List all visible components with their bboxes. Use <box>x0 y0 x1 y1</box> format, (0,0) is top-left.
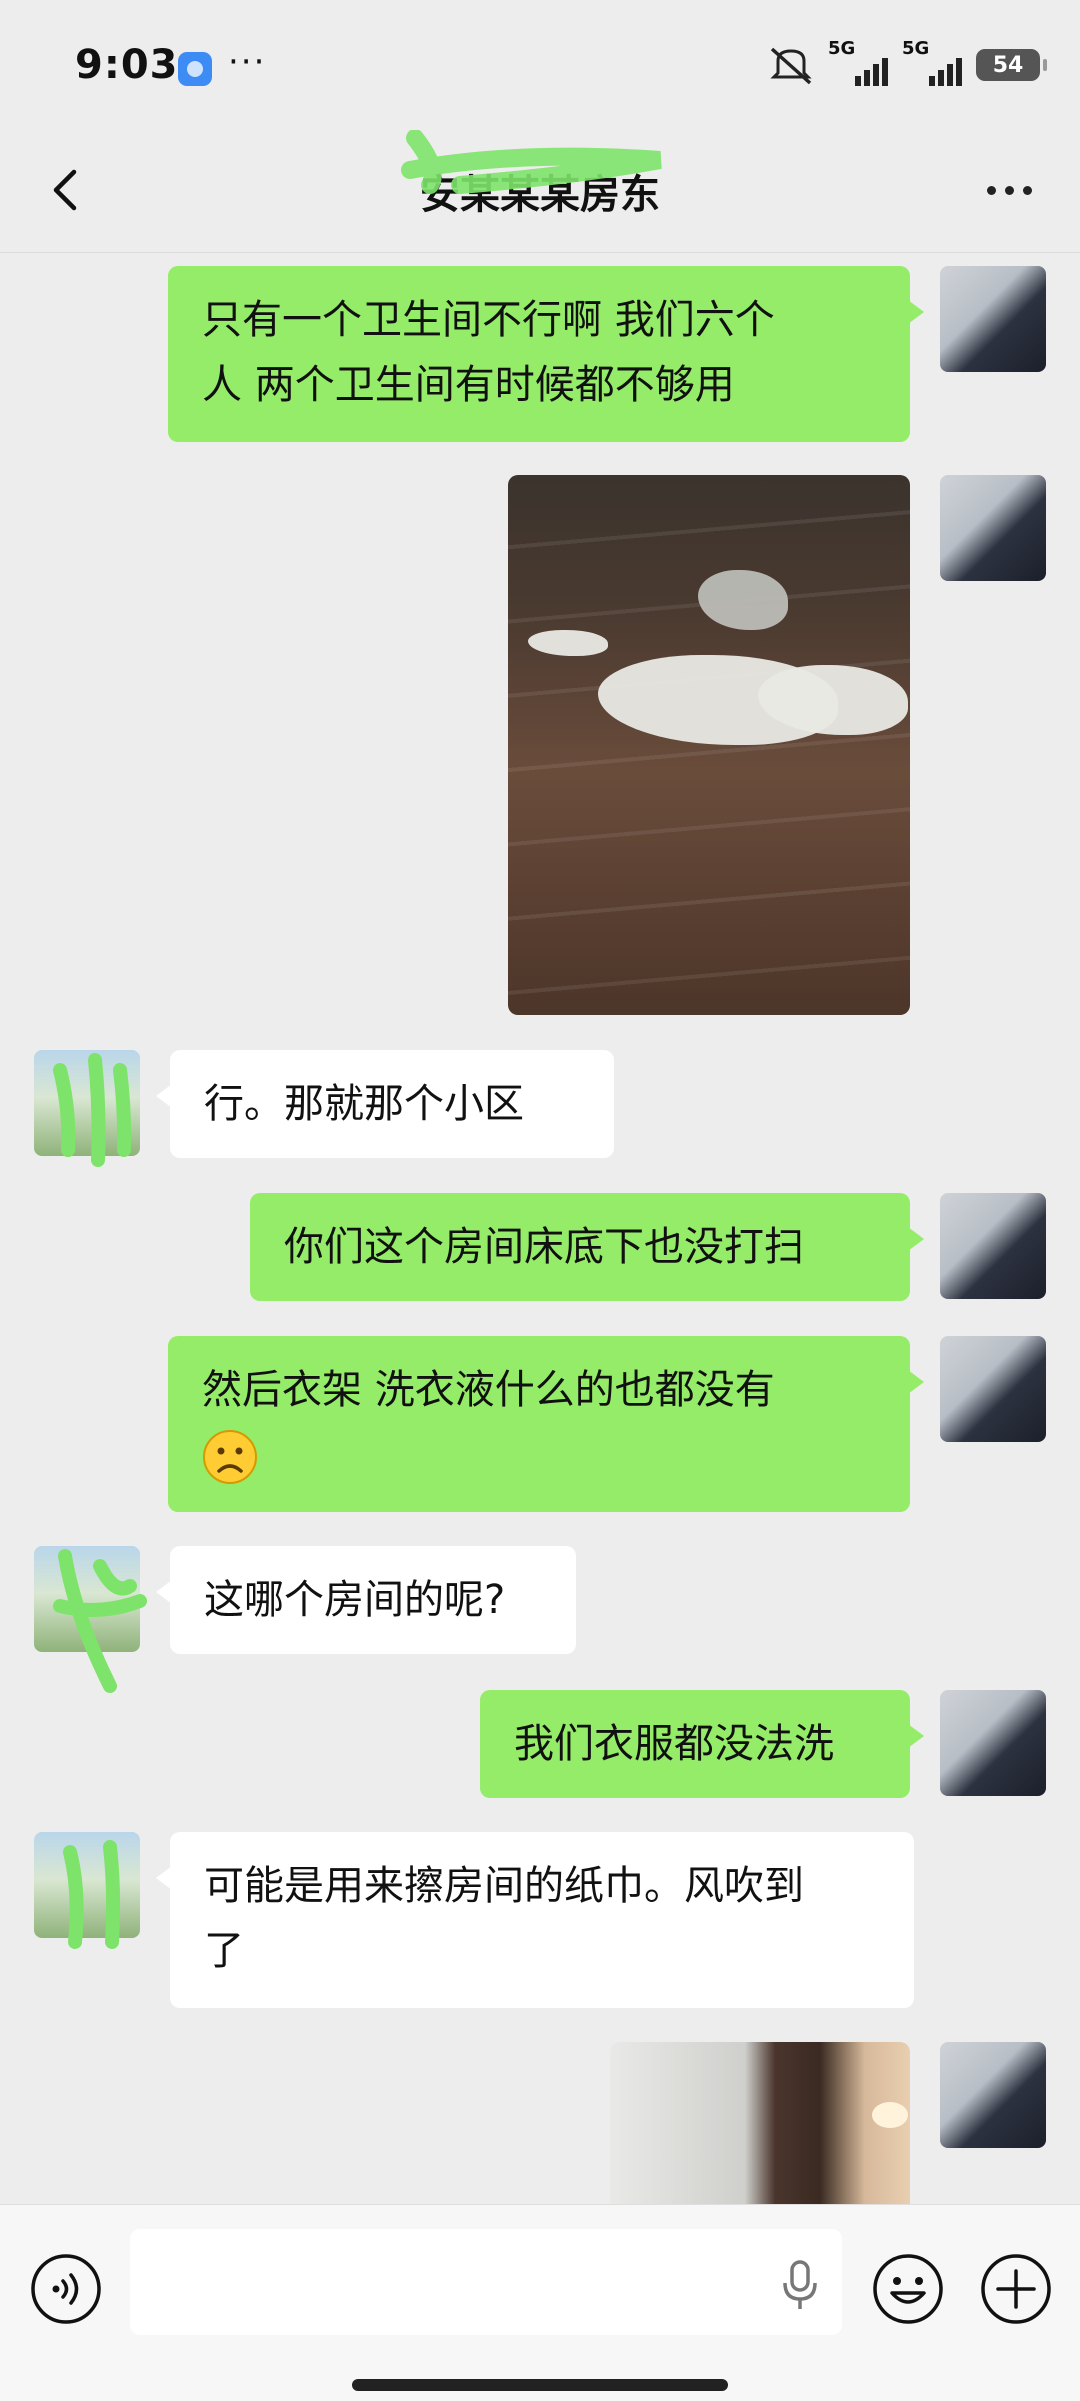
message-input[interactable] <box>130 2229 842 2335</box>
message-bubble-me[interactable]: 我们衣服都没法洗 <box>480 1690 924 1798</box>
avatar-me[interactable] <box>940 1336 1046 1442</box>
message-line: 可能是用来擦房间的纸巾。风吹到 <box>204 1863 804 1909</box>
more-horizontal-icon[interactable] <box>974 170 1044 210</box>
chat-title: 安某某某房东 <box>420 172 660 218</box>
message-text: 这哪个房间的呢? <box>204 1577 506 1623</box>
photo-detail <box>698 570 788 630</box>
status-bar: 9:03 ··· 5G 5G 54 <box>0 0 1080 130</box>
chat-header: 安某某某房东 <box>0 130 1080 253</box>
message-line: 人 两个卫生间有时候都不够用 <box>202 362 735 408</box>
avatar-me[interactable] <box>940 1193 1046 1299</box>
message-text: 行。那就那个小区 <box>204 1081 524 1127</box>
microphone-icon[interactable] <box>780 2259 820 2311</box>
message-bubble-other[interactable]: 这哪个房间的呢? <box>156 1546 576 1654</box>
voice-mode-icon[interactable] <box>30 2253 102 2325</box>
status-overflow: ··· <box>228 42 267 82</box>
avatar-other[interactable] <box>34 1050 140 1156</box>
signal-1-icon: 5G <box>828 38 888 86</box>
signal-1-label: 5G <box>828 38 856 59</box>
frowning-face-icon <box>203 1430 257 1484</box>
avatar-me[interactable] <box>940 266 1046 372</box>
avatar-other[interactable] <box>34 1832 140 1938</box>
message-bubble-other[interactable]: 可能是用来擦房间的纸巾。风吹到 了 <box>156 1832 914 2008</box>
avatar-other[interactable] <box>34 1546 140 1652</box>
message-line: 只有一个卫生间不行啊 我们六个 <box>202 297 775 343</box>
status-time: 9:03 <box>75 42 179 88</box>
message-bubble-me[interactable]: 然后衣架 洗衣液什么的也都没有 <box>168 1336 924 1512</box>
message-text: 你们这个房间床底下也没打扫 <box>284 1224 804 1270</box>
battery-level: 54 <box>992 52 1024 78</box>
mute-icon <box>770 47 812 85</box>
signal-2-icon: 5G <box>902 38 962 86</box>
photo-detail <box>872 2102 908 2128</box>
message-text: 我们衣服都没法洗 <box>514 1721 834 1767</box>
message-line: 然后衣架 洗衣液什么的也都没有 <box>202 1367 775 1413</box>
app-notification-icon <box>178 52 212 86</box>
signal-2-label: 5G <box>902 38 930 59</box>
message-bubble-other[interactable]: 行。那就那个小区 <box>156 1050 614 1158</box>
message-bubble-me[interactable]: 你们这个房间床底下也没打扫 <box>250 1193 924 1301</box>
home-indicator[interactable] <box>352 2379 728 2391</box>
photo-detail <box>528 630 608 656</box>
plus-circle-icon[interactable] <box>980 2253 1052 2325</box>
avatar-me[interactable] <box>940 475 1046 581</box>
battery-icon: 54 <box>976 49 1047 81</box>
photo-message-room[interactable] <box>610 2042 910 2204</box>
avatar-me[interactable] <box>940 1690 1046 1796</box>
smiley-icon[interactable] <box>872 2253 944 2325</box>
message-line: 了 <box>204 1928 244 1974</box>
message-bubble-me[interactable]: 只有一个卫生间不行啊 我们六个 人 两个卫生间有时候都不够用 <box>168 266 924 442</box>
photo-message-floor[interactable] <box>508 475 910 1015</box>
input-bar <box>0 2204 1080 2401</box>
avatar-me[interactable] <box>940 2042 1046 2148</box>
